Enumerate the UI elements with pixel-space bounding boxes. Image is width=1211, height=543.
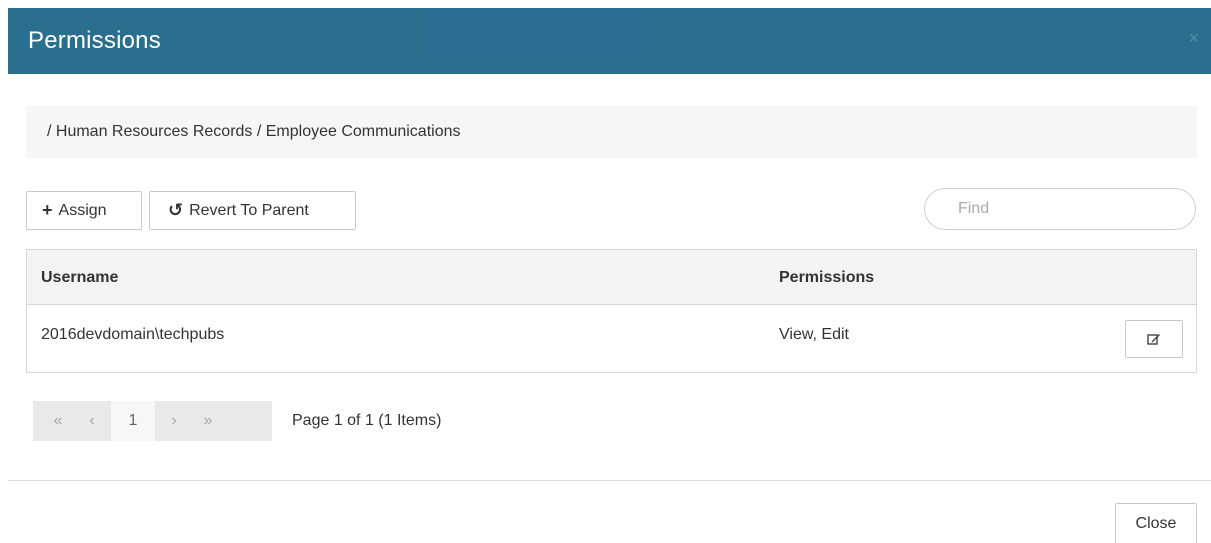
permissions-cell: View, Edit	[779, 326, 849, 343]
column-header-username[interactable]: Username	[41, 269, 118, 287]
assign-label: Assign	[58, 201, 107, 219]
close-icon[interactable]: ×	[1188, 28, 1199, 49]
next-page-icon[interactable]: ›	[157, 401, 191, 441]
dialog-title: Permissions	[28, 27, 161, 54]
page-info: Page 1 of 1 (1 Items)	[292, 412, 442, 429]
column-header-permissions[interactable]: Permissions	[779, 269, 874, 287]
pagination: « ‹ 1 › »	[33, 401, 272, 441]
footer-divider	[8, 480, 1211, 481]
breadcrumb-path: / Human Resources Records / Employee Com…	[47, 123, 461, 140]
prev-page-icon[interactable]: ‹	[75, 401, 109, 441]
last-page-icon[interactable]: »	[191, 401, 225, 441]
permissions-dialog: Permissions × / Human Resources Records …	[0, 0, 1211, 543]
close-button[interactable]: Close	[1115, 503, 1197, 543]
dialog-header: Permissions ×	[8, 8, 1211, 74]
plus-icon: +	[42, 200, 53, 220]
first-page-icon[interactable]: «	[41, 401, 75, 441]
revert-label: Revert To Parent	[189, 201, 309, 219]
edit-icon	[1147, 333, 1160, 345]
find-input[interactable]	[924, 188, 1196, 230]
revert-to-parent-button[interactable]: ↺ Revert To Parent	[149, 191, 356, 230]
table-row[interactable]: 2016devdomain\techpubs View, Edit	[27, 305, 1196, 373]
assign-button[interactable]: + Assign	[26, 191, 142, 230]
table-header: Username Permissions	[27, 250, 1196, 305]
permissions-table: Username Permissions 2016devdomain\techp…	[26, 249, 1197, 373]
breadcrumb: / Human Resources Records / Employee Com…	[26, 106, 1197, 158]
page-number-current[interactable]: 1	[111, 401, 155, 441]
header-highlight	[424, 8, 640, 58]
edit-button[interactable]	[1125, 320, 1183, 358]
undo-icon: ↺	[168, 200, 184, 220]
username-cell: 2016devdomain\techpubs	[41, 326, 225, 343]
